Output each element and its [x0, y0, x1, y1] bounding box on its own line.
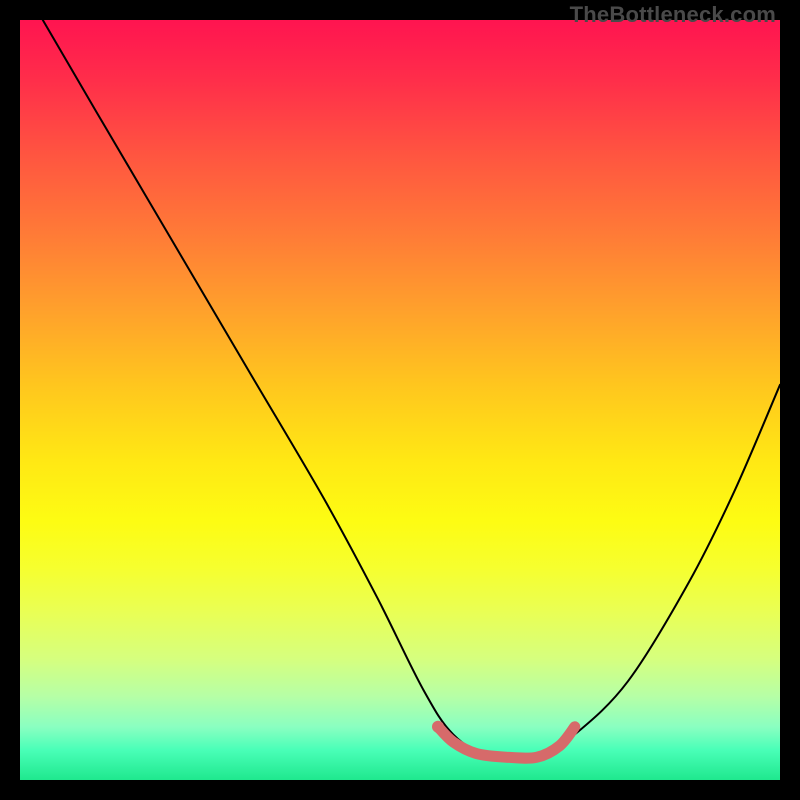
chart-frame: TheBottleneck.com: [0, 0, 800, 800]
watermark-label: TheBottleneck.com: [570, 2, 776, 28]
bottleneck-curve: [43, 20, 780, 760]
highlight-dot-icon: [432, 721, 444, 733]
optimal-range-highlight: [438, 727, 575, 758]
curve-overlay: [20, 20, 780, 780]
